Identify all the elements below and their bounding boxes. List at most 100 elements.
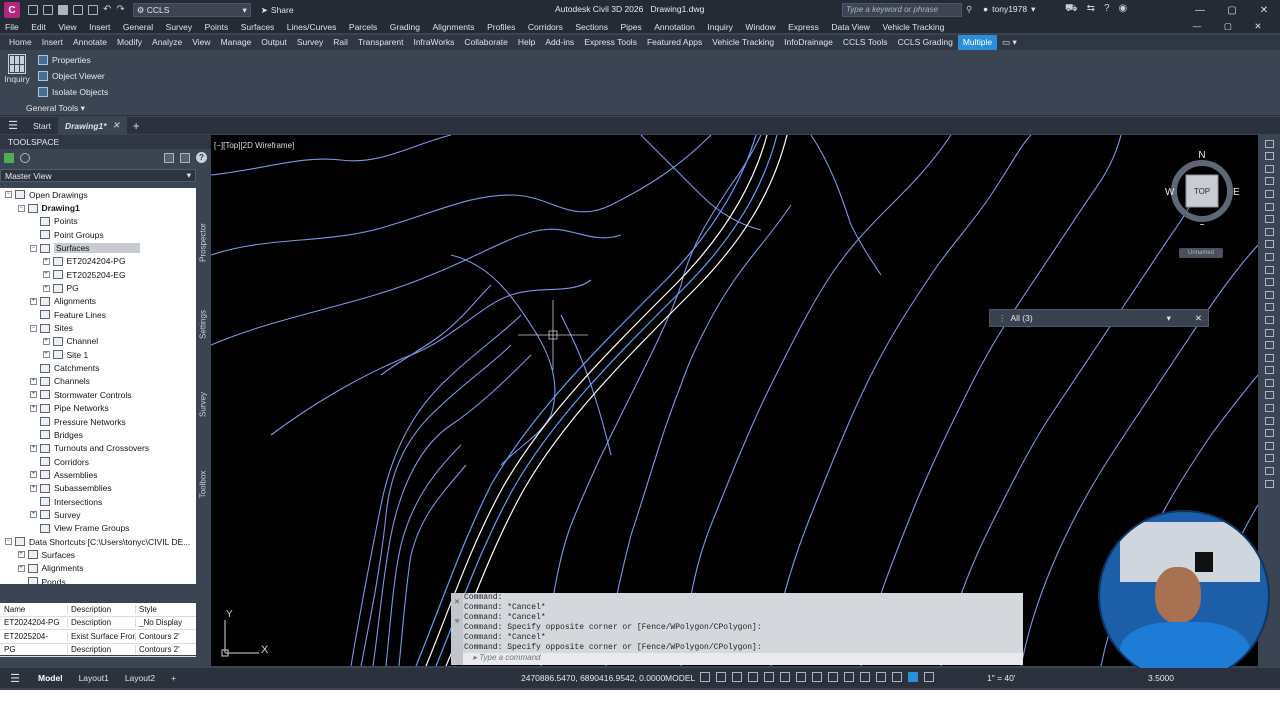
tree-node[interactable]: + Alignments [0,562,196,575]
model-space-button[interactable]: MODEL [665,673,695,683]
tool-icon[interactable] [1264,454,1274,463]
tree-node[interactable]: + ET2025204-EG [0,268,196,281]
expand-icon[interactable]: − [17,204,25,212]
expand-icon[interactable]: + [42,337,50,345]
expand-icon[interactable]: + [42,271,50,279]
menu-item-lines-curves[interactable]: Lines/Curves [287,22,337,32]
tab-layout1[interactable]: Layout1 [71,673,117,683]
tool-icon[interactable] [1264,378,1274,387]
doc-restore-icon[interactable]: ▢ [1224,21,1232,32]
maximize-icon[interactable]: ▢ [1216,0,1248,20]
tab-insert[interactable]: Insert [37,35,68,50]
menu-item-insert[interactable]: Insert [89,22,110,32]
viewcube-top-label[interactable]: TOP [1194,187,1210,196]
tool-icon[interactable] [1264,391,1274,400]
tree-node[interactable]: + Turnouts and Crossovers [0,442,196,455]
tree-node[interactable]: − Sites [0,321,196,334]
tool-icon[interactable] [1264,429,1274,438]
tool-icon[interactable] [1264,152,1274,161]
expand-icon[interactable]: + [30,297,37,305]
annotation-scale[interactable]: 1" = 40' [987,673,1016,683]
new-tab-icon[interactable]: + [133,119,140,133]
tab-add-ins[interactable]: Add-ins [540,35,579,50]
expand-icon[interactable]: + [30,484,37,492]
expand-icon[interactable]: + [17,551,25,559]
workspace-selector[interactable]: ⚙ CCLS ▾ [132,3,251,17]
save-icon[interactable] [58,5,68,15]
tool-icon[interactable] [1264,366,1274,375]
menu-item-vehicle-tracking[interactable]: Vehicle Tracking [882,22,944,32]
compass-s[interactable]: S [1199,223,1206,225]
expand-icon[interactable]: + [42,284,50,292]
menu-item-data-view[interactable]: Data View [831,22,870,32]
tab-express-tools[interactable]: Express Tools [579,35,642,50]
dynamic-ucs-icon[interactable] [860,672,870,682]
command-input[interactable]: ▸ Type a command [463,653,1023,665]
tree-node[interactable]: View Frame Groups [0,522,196,535]
compass-e[interactable]: E [1233,187,1240,198]
tab-home[interactable]: Home [4,35,37,50]
tab-help[interactable]: Help [513,35,540,50]
tool-icon[interactable] [1264,315,1274,324]
isolate-objects-button[interactable]: Isolate Objects [38,87,108,97]
master-view-select[interactable]: Master View ▾ [0,169,196,182]
close-icon[interactable]: ✕ [113,120,120,131]
menu-item-corridors[interactable]: Corridors [528,22,563,32]
tab-ccls-grading[interactable]: CCLS Grading [893,35,958,50]
tree-node[interactable]: Catchments [0,361,196,374]
ribbon-options-icon[interactable]: ▭ ▾ [997,35,1022,50]
general-tools-panel-label[interactable]: General Tools ▾ [26,103,85,114]
tab-multiple[interactable]: Multiple [957,35,998,50]
side-tab-toolbox[interactable]: Toolbox [199,455,208,515]
compass-n[interactable]: N [1198,150,1205,161]
tool-icon[interactable] [1264,177,1274,186]
expand-icon[interactable]: + [30,404,37,412]
expand-icon[interactable]: + [30,444,37,452]
object-viewer-button[interactable]: Object Viewer [38,71,105,81]
annotation-visibility-icon[interactable] [892,672,902,682]
tab-layout2[interactable]: Layout2 [117,673,163,683]
tree-node[interactable]: Feature Lines [0,308,196,321]
transparency-icon[interactable] [828,672,838,682]
add-layout-icon[interactable]: + [163,673,184,683]
assistant-icon[interactable]: ◉ [1119,3,1128,16]
grid-icon[interactable] [700,672,710,682]
expand-icon[interactable]: + [17,564,25,572]
expand-icon[interactable]: − [5,538,12,546]
close-icon[interactable]: ✕ [1248,0,1280,20]
tree-node[interactable]: + Survey [0,508,196,521]
column-name[interactable]: Name [0,605,67,614]
doc-close-icon[interactable]: ✕ [1254,21,1261,32]
viewport-controls-label[interactable]: [−][Top][2D Wireframe] [214,141,294,150]
tree-node[interactable]: + Subassemblies [0,482,196,495]
tool-icon[interactable] [1264,252,1274,261]
object-track-icon[interactable] [780,672,790,682]
menu-item-pipes[interactable]: Pipes [620,22,641,32]
tab-infraworks[interactable]: InfraWorks [408,35,459,50]
tool-icon[interactable] [1264,265,1274,274]
open-icon[interactable] [43,5,53,15]
close-icon[interactable]: ✕ [1195,313,1202,324]
expand-icon[interactable]: + [30,377,37,385]
tab-ccls-tools[interactable]: CCLS Tools [838,35,893,50]
command-window-handle[interactable]: ✕ ⚒ [451,593,463,665]
osnap-icon[interactable] [796,672,806,682]
tab-start[interactable]: Start [26,117,58,134]
ortho-icon[interactable] [732,672,742,682]
tree-node[interactable]: Corridors [0,455,196,468]
menu-item-sections[interactable]: Sections [575,22,608,32]
expand-icon[interactable]: + [30,471,37,479]
tool-icon[interactable] [1264,341,1274,350]
tool-icon[interactable] [1264,215,1274,224]
help-icon[interactable]: ? [196,152,207,163]
tool-icon[interactable] [1264,240,1274,249]
menu-item-survey[interactable]: Survey [166,22,192,32]
menu-item-points[interactable]: Points [205,22,229,32]
menu-item-parcels[interactable]: Parcels [349,22,377,32]
tool-icon[interactable] [1264,404,1274,413]
menu-item-surfaces[interactable]: Surfaces [241,22,275,32]
tool-icon[interactable] [1264,353,1274,362]
close-icon[interactable]: ✕ [451,597,463,607]
menu-item-window[interactable]: Window [745,22,775,32]
tree-node[interactable]: Bridges [0,428,196,441]
